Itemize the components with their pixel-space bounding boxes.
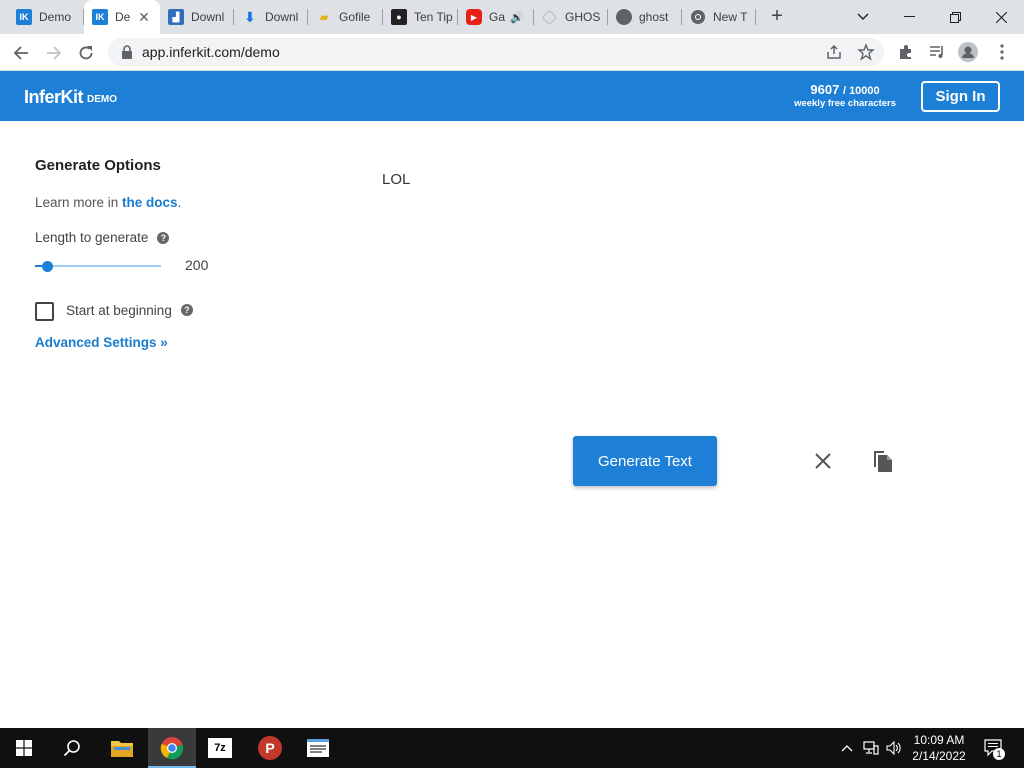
share-icon[interactable] [825,43,843,61]
browser-tab[interactable]: New T [682,0,756,34]
notifications-icon[interactable]: 1 [980,728,1008,768]
windows-taskbar: 7z P 10:09 AM 2/14/2022 1 [0,728,1024,768]
quota-display: 9607 / 10000 weekly free characters [794,82,896,109]
browser-tab-strip: IK Demo IK De ✕ ▟ Downl ⬇ Downl ▰ Gofile… [0,0,1024,34]
browser-tab[interactable]: ▶ Ga 🔊 [458,0,534,34]
notification-count-badge: 1 [993,748,1005,760]
close-tab-icon[interactable]: ✕ [136,9,152,26]
7zip-icon[interactable]: 7z [196,728,244,768]
browser-toolbar: app.inferkit.com/demo [0,34,1024,71]
camera-favicon-icon: ● [391,9,407,25]
docs-link[interactable]: the docs [122,195,178,210]
slider-rail [35,265,161,267]
show-hidden-icons-chevron-icon[interactable] [838,728,856,768]
profile-avatar-icon[interactable] [958,42,978,62]
windows-start-icon[interactable] [0,728,48,768]
reload-icon[interactable] [73,40,99,66]
browser-tab-active[interactable]: IK De ✕ [84,0,160,34]
close-window-button[interactable] [978,0,1024,34]
chrome-taskbar-icon[interactable] [148,728,196,768]
copy-icon[interactable] [871,449,895,473]
minimize-button[interactable] [886,0,932,34]
speaker-icon: 🔊 [510,11,524,24]
browser-tab[interactable]: ▰ Gofile [308,0,383,34]
clear-x-icon[interactable] [811,449,835,473]
brand-logo[interactable]: InferKit [24,87,84,108]
menu-kebab-icon[interactable] [992,42,1012,62]
browser-tab[interactable]: GHOS [534,0,608,34]
browser-tab[interactable]: ⬇ Downl [234,0,308,34]
forward-arrow-icon[interactable] [41,40,67,66]
browser-tab[interactable]: ghost [608,0,682,34]
network-icon[interactable] [861,728,881,768]
start-at-beginning-checkbox[interactable] [35,302,54,321]
length-label-row: Length to generate ? [35,230,170,245]
youtube-favicon-icon: ▶ [466,9,482,25]
slider-thumb[interactable] [42,261,53,272]
new-tab-button[interactable]: + [766,5,788,27]
quota-total: / 10000 [842,85,880,97]
app-header: InferKit DEMO 9607 / 10000 weekly free c… [0,71,1024,121]
taskbar-clock[interactable]: 10:09 AM 2/14/2022 [906,732,972,764]
inferkit-favicon-icon: IK [92,9,108,25]
options-title: Generate Options [35,157,161,174]
download-favicon-icon: ⬇ [244,8,256,25]
psiphon-icon[interactable]: P [246,728,294,768]
chart-favicon-icon: ▟ [168,9,184,25]
demo-tag: DEMO [87,94,117,105]
sign-in-button[interactable]: Sign In [921,81,1000,112]
address-bar[interactable]: app.inferkit.com/demo [108,38,884,66]
back-arrow-icon[interactable] [8,40,34,66]
help-icon[interactable]: ? [180,304,193,316]
prompt-text[interactable]: LOL [382,171,410,188]
file-explorer-icon[interactable] [98,728,146,768]
restore-button[interactable] [932,0,978,34]
learn-more-text: Learn more in the docs. [35,195,182,210]
browser-tab[interactable]: ● Ten Tip [383,0,458,34]
clock-time: 10:09 AM [913,733,965,747]
chrome-favicon-icon [690,9,706,25]
extensions-icon[interactable] [896,42,916,62]
quota-used: 9607 [810,82,840,97]
url-text: app.inferkit.com/demo [142,44,280,60]
generate-text-button[interactable]: Generate Text [573,436,717,486]
volume-icon[interactable] [884,728,904,768]
bookmark-star-icon[interactable] [857,43,875,61]
browser-tab[interactable]: IK Demo [8,0,84,34]
folder-favicon-icon: ▰ [319,10,329,24]
clock-date: 2/14/2022 [912,749,966,763]
notepad-icon[interactable] [294,728,342,768]
lock-icon [122,45,132,59]
start-at-beginning-row: Start at beginning ? [35,299,193,321]
globe-favicon-icon [616,9,632,25]
browser-tab[interactable]: ▟ Downl [160,0,234,34]
help-icon[interactable]: ? [157,231,170,244]
media-queue-icon[interactable] [927,42,947,62]
length-value: 200 [185,257,209,273]
ghost-favicon-icon [541,9,558,25]
quota-label: weekly free characters [794,98,896,109]
length-label: Length to generate [35,230,149,245]
length-slider[interactable] [35,258,161,274]
tab-search-chevron-icon[interactable] [840,0,886,34]
search-icon[interactable] [48,728,96,768]
advanced-settings-link[interactable]: Advanced Settings » [35,335,168,350]
inferkit-favicon-icon: IK [16,9,32,25]
start-at-beginning-label[interactable]: Start at beginning [66,303,172,318]
